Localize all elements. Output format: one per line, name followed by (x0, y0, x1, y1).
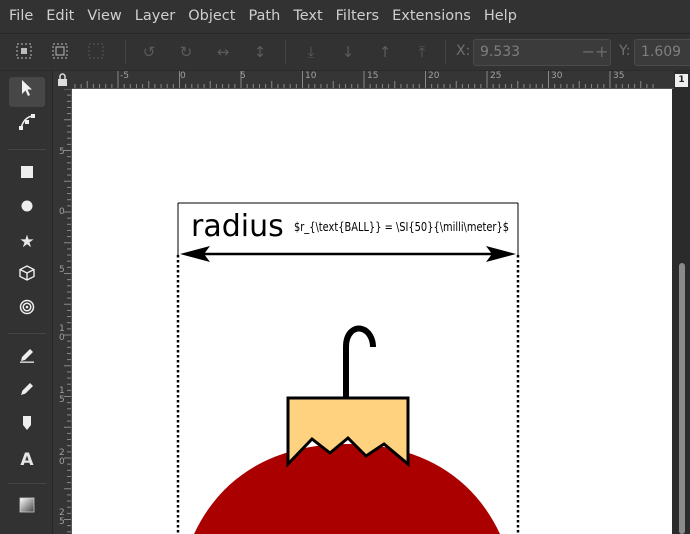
ruler-label: 25 (490, 71, 502, 81)
3d-box-tool-icon[interactable] (9, 261, 45, 291)
raise-to-top-icon[interactable]: ⤒ (412, 42, 432, 62)
select-all-icon[interactable] (14, 42, 34, 62)
ruler-label: 1 0 (59, 324, 65, 343)
ruler-label: -5 (120, 71, 129, 81)
ruler-corner-lock-icon[interactable] (53, 71, 72, 89)
menubar: File Edit View Layer Object Path Text Fi… (0, 0, 690, 33)
page-number-badge: 1 (675, 74, 688, 87)
y-label: Y: (619, 43, 631, 59)
toolbox-separator (8, 333, 46, 334)
menu-file[interactable]: File (4, 0, 38, 33)
calligraphy-tool-icon[interactable] (9, 411, 45, 441)
ellipse-tool-icon[interactable] (9, 193, 45, 223)
vertical-scrollbar[interactable] (673, 89, 690, 534)
rotate-cw-icon[interactable]: ↻ (176, 42, 196, 62)
node-tool-icon[interactable] (9, 111, 45, 141)
menu-text[interactable]: Text (288, 0, 327, 33)
menu-edit[interactable]: Edit (41, 0, 79, 33)
radius-formula[interactable]: $r_{\text{BALL}} = \SI{50}{\milli\meter}… (294, 220, 509, 234)
radius-label[interactable]: radius (191, 209, 284, 245)
flip-horizontal-icon[interactable]: ↔ (213, 42, 233, 62)
scrollbar-thumb[interactable] (679, 263, 685, 534)
flip-vertical-icon[interactable]: ↕ (250, 42, 270, 62)
toolbox-separator (8, 149, 46, 150)
vertical-ruler[interactable]: 5 0 5 1 0 1 5 2 0 2 5 (53, 89, 72, 534)
lower-to-bottom-icon[interactable]: ⤓ (301, 42, 321, 62)
x-label: X: (456, 43, 471, 59)
toolbar-separator (285, 40, 286, 64)
pencil-tool-icon[interactable] (9, 343, 45, 373)
menu-view[interactable]: View (82, 0, 126, 33)
menu-layer[interactable]: Layer (130, 0, 180, 33)
ornament-hook[interactable] (343, 325, 376, 399)
ruler-label: 0 (180, 71, 186, 81)
toolbox: ★ A (0, 71, 53, 534)
ornament-ball[interactable] (194, 444, 500, 534)
ruler-label: 10 (305, 71, 317, 81)
selector-tool-icon[interactable] (9, 77, 45, 107)
ruler-label: 5 (59, 147, 65, 157)
drawing-canvas[interactable]: radius $r_{\text{BALL}} = \SI{50}{\milli… (72, 89, 672, 534)
raise-icon[interactable]: ↑ (375, 42, 395, 62)
pen-tool-icon[interactable] (9, 377, 45, 407)
ruler-label: 5 (240, 71, 246, 81)
lower-icon[interactable]: ↓ (338, 42, 358, 62)
ruler-label: 35 (613, 71, 625, 81)
ruler-label: 2 0 (59, 448, 65, 467)
horizontal-ruler[interactable]: -5 0 5 10 15 20 25 30 35 (72, 71, 674, 89)
text-tool-icon[interactable]: A (9, 445, 45, 475)
select-all-layers-icon[interactable] (50, 42, 70, 62)
gradient-tool-icon[interactable] (9, 493, 45, 523)
menu-extensions[interactable]: Extensions (387, 0, 476, 33)
dimension-arrow[interactable] (180, 246, 516, 262)
toolbar-separator (125, 40, 126, 64)
ruler-label: 0 (59, 207, 65, 217)
tool-controls-bar: ↺ ↻ ↔ ↕ ⤓ ↓ ↑ ⤒ X: 9.533 −+ Y: 1.609 (0, 33, 690, 70)
toolbar-separator (445, 40, 446, 64)
ruler-label: 1 5 (59, 386, 65, 405)
ruler-label: 2 5 (59, 508, 65, 527)
ruler-label: 30 (551, 71, 563, 81)
menu-object[interactable]: Object (183, 0, 240, 33)
ruler-label: 20 (428, 71, 440, 81)
ruler-label: 15 (367, 71, 379, 81)
x-stepper-icon[interactable]: −+ (580, 39, 610, 66)
toolbox-separator (8, 483, 46, 484)
rectangle-tool-icon[interactable] (9, 159, 45, 189)
star-tool-icon[interactable]: ★ (9, 227, 45, 257)
menu-path[interactable]: Path (243, 0, 285, 33)
deselect-icon[interactable] (86, 42, 106, 62)
spiral-tool-icon[interactable] (9, 295, 45, 325)
ruler-label: 5 (59, 265, 65, 275)
menu-help[interactable]: Help (479, 0, 522, 33)
menu-filters[interactable]: Filters (331, 0, 384, 33)
y-coordinate-field[interactable]: 1.609 (634, 39, 690, 66)
rotate-ccw-icon[interactable]: ↺ (139, 42, 159, 62)
